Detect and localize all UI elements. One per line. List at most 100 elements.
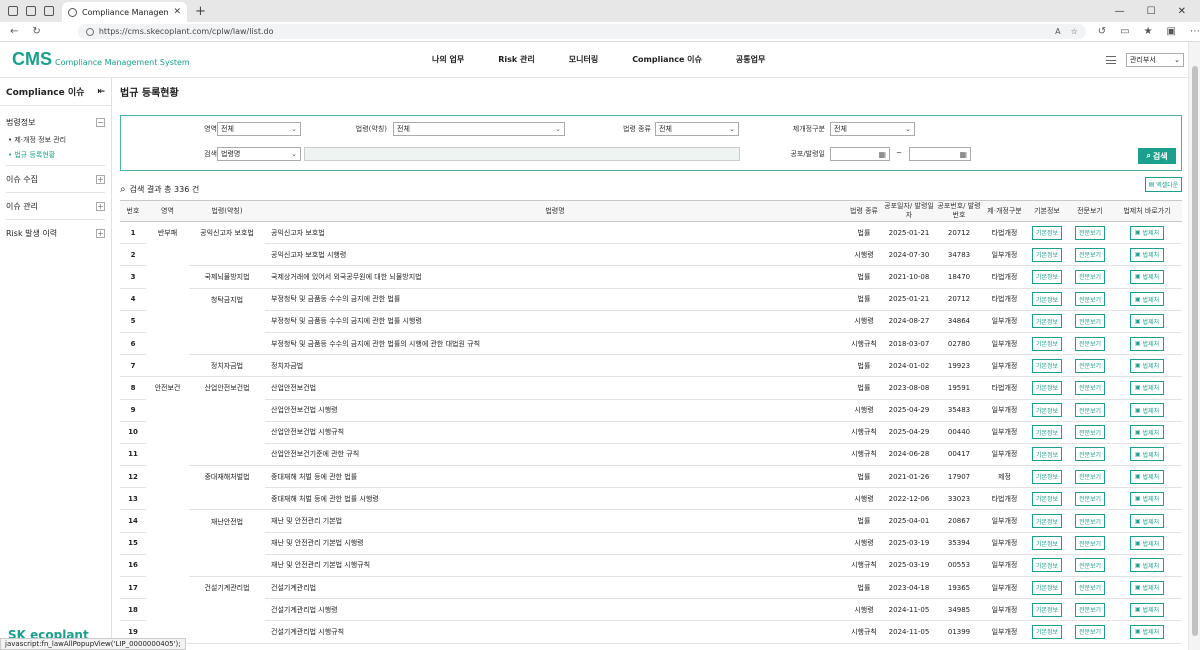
full-text-button[interactable]: 전문보기 — [1075, 602, 1105, 617]
moleg-link-button[interactable]: ▣ 법제처 — [1130, 491, 1164, 506]
moleg-link-button[interactable]: ▣ 법제처 — [1130, 247, 1164, 262]
law-select[interactable]: 전체 ⌄ — [393, 122, 565, 136]
moleg-link-button[interactable]: ▣ 법제처 — [1130, 336, 1164, 351]
moleg-link-button[interactable]: ▣ 법제처 — [1130, 624, 1164, 639]
table-row[interactable]: 2 공익신고자 보호법 시행령 시행령 2024-07-30 34783 일부개정 기본정보… — [120, 244, 1182, 267]
sidebar-group-issue-collect[interactable]: 이슈 수집 + — [0, 169, 111, 189]
cell-law-name[interactable]: 국제상거래에 있어서 외국공무원에 대한 뇌물방지법 — [265, 266, 845, 289]
cell-law-name[interactable]: 건설기계관리법 시행령 — [265, 599, 845, 622]
full-text-button[interactable]: 전문보기 — [1075, 269, 1105, 284]
workspaces-icon[interactable] — [26, 6, 36, 16]
search-keyword-input[interactable] — [304, 147, 740, 161]
date-from-input[interactable]: ▦ — [830, 147, 890, 161]
sidebar-group-law-info[interactable]: 법령정보 − — [0, 112, 111, 132]
table-row[interactable]: 3 국제뇌물방지법 국제상거래에 있어서 외국공무원에 대한 뇌물방지법 법률 2021… — [120, 266, 1182, 289]
basic-info-button[interactable]: 기본정보 — [1032, 624, 1062, 639]
vertical-scrollbar[interactable] — [1188, 42, 1200, 650]
basic-info-button[interactable]: 기본정보 — [1032, 602, 1062, 617]
nav-my-work[interactable]: 나의 업무 — [432, 54, 464, 65]
full-text-button[interactable]: 전문보기 — [1075, 558, 1105, 573]
basic-info-button[interactable]: 기본정보 — [1032, 225, 1062, 240]
moleg-link-button[interactable]: ▣ 법제처 — [1130, 292, 1164, 307]
full-text-button[interactable]: 전문보기 — [1075, 447, 1105, 462]
dept-select[interactable]: 관리부서 ⌄ — [1126, 52, 1184, 67]
moleg-link-button[interactable]: ▣ 법제처 — [1130, 358, 1164, 373]
reload-icon[interactable]: ↻ — [32, 26, 40, 37]
calendar-icon[interactable]: ▦ — [878, 150, 886, 159]
cell-law-name[interactable]: 공익신고자 보호법 시행령 — [265, 244, 845, 267]
calendar-icon[interactable]: ▦ — [959, 150, 967, 159]
table-row[interactable]: 18 건설기계관리법 시행령 시행령 2024-11-05 34985 일부개정 기본정보 전… — [120, 599, 1182, 622]
nav-compliance-issue[interactable]: Compliance 이슈 — [632, 54, 702, 65]
moleg-link-button[interactable]: ▣ 법제처 — [1130, 602, 1164, 617]
cell-law-name[interactable]: 건설기계관리법 — [265, 577, 845, 600]
nav-monitoring[interactable]: 모니터링 — [569, 54, 598, 65]
moleg-link-button[interactable]: ▣ 법제처 — [1130, 314, 1164, 329]
basic-info-button[interactable]: 기본정보 — [1032, 336, 1062, 351]
cell-law-name[interactable]: 공익신고자 보호법 — [265, 222, 845, 245]
table-row[interactable]: 13 중대재해 처벌 등에 관한 법률 시행령 시행령 2022-12-06 33023… — [120, 488, 1182, 511]
moleg-link-button[interactable]: ▣ 법제처 — [1130, 580, 1164, 595]
revision-select[interactable]: 전체 ⌄ — [830, 122, 915, 136]
cell-law-name[interactable]: 산업안전보건법 시행규칙 — [265, 422, 845, 444]
basic-info-button[interactable]: 기본정보 — [1032, 491, 1062, 506]
excel-download-button[interactable]: ▤ 엑셀다운 — [1145, 177, 1182, 192]
table-row[interactable]: 4 청탁금지법 부정청탁 및 금품등 수수의 금지에 관한 법률 법률 2025-01-… — [120, 289, 1182, 311]
basic-info-button[interactable]: 기본정보 — [1032, 358, 1062, 373]
col-law-abbr[interactable]: 법령(약칭) — [189, 201, 265, 221]
table-row[interactable]: 15 재난 및 안전관리 기본법 시행령 시행령 2025-03-19 35394 일부개… — [120, 533, 1182, 555]
cell-law-name[interactable]: 부정청탁 및 금품등 수수의 금지에 관한 법률 — [265, 289, 845, 311]
cell-law-name[interactable]: 중대재해 처벌 등에 관한 법률 시행령 — [265, 488, 845, 511]
refresh-extension-icon[interactable]: ↺ — [1098, 26, 1106, 37]
cms-logo[interactable]: CMS Compliance Management System — [0, 49, 360, 70]
col-kind[interactable]: 법령 종류 — [845, 201, 883, 221]
col-revision[interactable]: 제·개정구분 — [983, 201, 1026, 221]
moleg-link-button[interactable]: ▣ 법제처 — [1130, 403, 1164, 418]
split-screen-icon[interactable]: ▭ — [1120, 26, 1129, 37]
kind-select[interactable]: 전체 ⌄ — [655, 122, 739, 136]
cell-law-name[interactable]: 재난 및 안전관리 기본법 시행령 — [265, 533, 845, 555]
basic-info-button[interactable]: 기본정보 — [1032, 469, 1062, 484]
table-row[interactable]: 16 재난 및 안전관리 기본법 시행규칙 시행규칙 2025-03-19 00553 일… — [120, 555, 1182, 577]
basic-info-button[interactable]: 기본정보 — [1032, 447, 1062, 462]
basic-info-button[interactable]: 기본정보 — [1032, 380, 1062, 395]
basic-info-button[interactable]: 기본정보 — [1032, 292, 1062, 307]
browser-tab[interactable]: Compliance Management System ✕ — [62, 2, 187, 22]
moleg-link-button[interactable]: ▣ 법제처 — [1130, 536, 1164, 551]
cell-law-name[interactable]: 부정청탁 및 금품등 수수의 금지에 관한 법률 시행령 — [265, 311, 845, 333]
full-text-button[interactable]: 전문보기 — [1075, 514, 1105, 529]
full-text-button[interactable]: 전문보기 — [1075, 247, 1105, 262]
full-text-button[interactable]: 전문보기 — [1075, 336, 1105, 351]
moleg-link-button[interactable]: ▣ 법제처 — [1130, 514, 1164, 529]
sidebar-item-revision-info[interactable]: • 제·개정 정보 관리 — [0, 132, 111, 147]
scrollbar-thumb[interactable] — [1192, 66, 1198, 636]
collapse-sidebar-icon[interactable]: ⇤ — [97, 87, 105, 97]
nav-risk[interactable]: Risk 관리 — [498, 54, 535, 65]
full-text-button[interactable]: 전문보기 — [1075, 292, 1105, 307]
sidebar-item-law-registry[interactable]: • 법규 등록현황 — [0, 147, 111, 162]
basic-info-button[interactable]: 기본정보 — [1032, 425, 1062, 440]
table-row[interactable]: 5 부정청탁 및 금품등 수수의 금지에 관한 법률 시행령 시행령 2024-08-… — [120, 311, 1182, 333]
basic-info-button[interactable]: 기본정보 — [1032, 514, 1062, 529]
back-icon[interactable]: ← — [10, 26, 18, 37]
date-to-input[interactable]: ▦ — [909, 147, 971, 161]
sidebar-group-risk-history[interactable]: Risk 발생 이력 + — [0, 223, 111, 243]
expand-icon[interactable]: + — [96, 228, 105, 238]
col-number[interactable]: 공포번호/ 발령번호 — [935, 201, 983, 221]
maximize-icon[interactable]: ☐ — [1147, 6, 1156, 17]
basic-info-button[interactable]: 기본정보 — [1032, 536, 1062, 551]
table-row[interactable]: 9 산업안전보건법 시행령 시행령 2025-04-29 35483 일부개정 기본정보 전문… — [120, 400, 1182, 422]
favorites-icon[interactable]: ★ — [1144, 26, 1153, 37]
cell-law-name[interactable]: 재난 및 안전관리 기본법 — [265, 510, 845, 533]
area-select[interactable]: 전체 ⌄ — [217, 122, 301, 136]
moleg-link-button[interactable]: ▣ 법제처 — [1130, 425, 1164, 440]
table-row[interactable]: 19 건설기계관리법 시행규칙 시행규칙 2024-11-05 01399 일부개정 기본정… — [120, 621, 1182, 644]
cell-law-name[interactable]: 부정청탁 및 금품등 수수의 금지에 관한 법률의 시행에 관한 대법원 규칙 — [265, 333, 845, 356]
minimize-icon[interactable]: — — [1115, 6, 1125, 17]
table-row[interactable]: 8 안전보건 산업안전보건법 산업안전보건법 법률 2023-08-08 19591 타법개정… — [120, 377, 1182, 400]
tab-actions-icon[interactable] — [44, 6, 54, 16]
new-tab-icon[interactable]: + — [195, 4, 206, 19]
basic-info-button[interactable]: 기본정보 — [1032, 403, 1062, 418]
full-text-button[interactable]: 전문보기 — [1075, 380, 1105, 395]
profile-icon[interactable] — [8, 6, 18, 16]
